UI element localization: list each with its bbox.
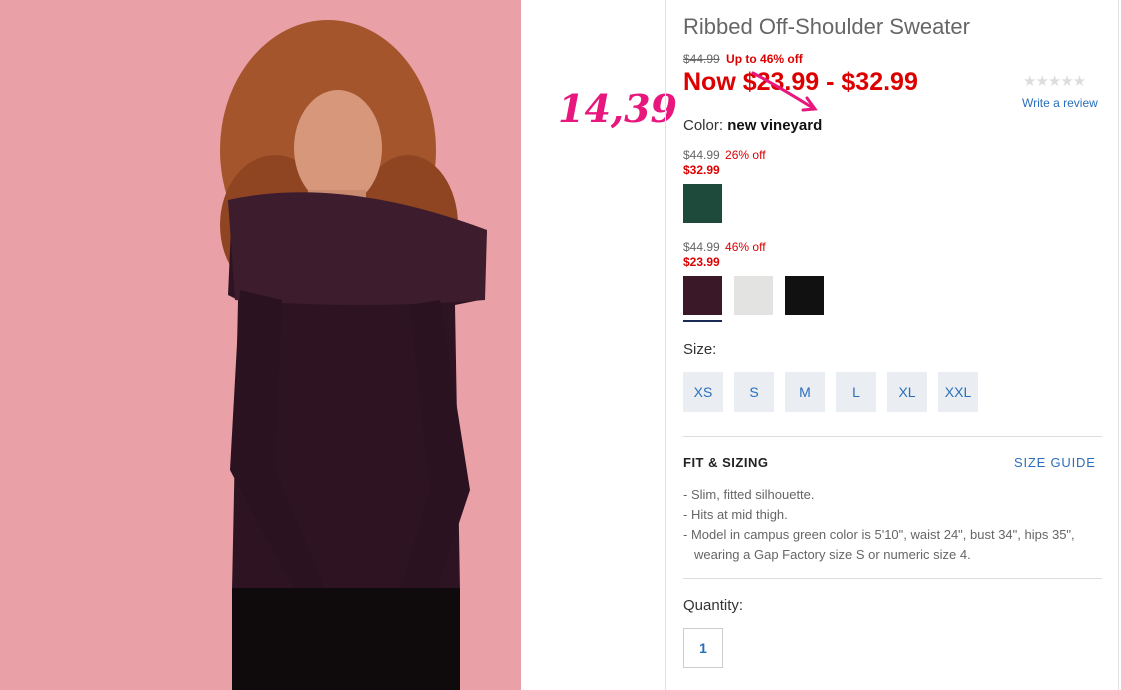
swatch-campus-green[interactable]: [683, 184, 722, 223]
selected-color-name: new vineyard: [727, 117, 823, 134]
size-xs-button[interactable]: XS: [683, 372, 723, 412]
color-label: Color: new vineyard: [683, 117, 822, 134]
fit-details-list: Slim, fitted silhouette. Hits at mid thi…: [683, 485, 1093, 565]
size-guide-link[interactable]: SIZE GUIDE: [1014, 455, 1096, 470]
group-discount: 46% off: [725, 240, 766, 254]
strike-arrow-annotation: [751, 71, 818, 112]
list-item: Model in campus green color is 5'10", wa…: [683, 525, 1093, 565]
original-price: $44.99: [683, 52, 720, 66]
discount-label: Up to 46% off: [726, 52, 803, 66]
list-item: Slim, fitted silhouette.: [683, 485, 1093, 505]
divider: [683, 436, 1102, 437]
quantity-input[interactable]: 1: [683, 628, 723, 668]
fit-sizing-heading: FIT & SIZING: [683, 455, 769, 470]
list-item: Hits at mid thigh.: [683, 505, 1093, 525]
selected-swatch-indicator: [683, 320, 722, 322]
size-xxl-button[interactable]: XXL: [938, 372, 978, 412]
write-review-link[interactable]: Write a review: [1022, 96, 1098, 110]
group-sale-price: $32.99: [683, 163, 720, 177]
color-group-price: $44.99 26% off $32.99: [683, 148, 766, 178]
swatch-new-vineyard[interactable]: [683, 276, 722, 315]
product-title: Ribbed Off-Shoulder Sweater: [683, 14, 970, 39]
group-discount: 26% off: [725, 148, 766, 162]
handwritten-price-note: 14,39: [558, 86, 677, 131]
group-sale-price: $23.99: [683, 255, 720, 269]
rating-stars-icon[interactable]: ★★★★★: [1023, 72, 1086, 90]
product-image[interactable]: [0, 0, 521, 690]
color-label-text: Color:: [683, 117, 724, 134]
group-original-price: $44.99: [683, 240, 720, 254]
product-details-panel: Ribbed Off-Shoulder Sweater $44.99 Up to…: [665, 0, 1119, 690]
group-original-price: $44.99: [683, 148, 720, 162]
quantity-label: Quantity:: [683, 597, 744, 614]
price-was-line: $44.99 Up to 46% off: [683, 52, 803, 66]
size-label: Size:: [683, 341, 717, 358]
size-s-button[interactable]: S: [734, 372, 774, 412]
size-l-button[interactable]: L: [836, 372, 876, 412]
divider: [683, 578, 1102, 579]
model-photo: [0, 0, 521, 690]
color-group-price: $44.99 46% off $23.99: [683, 240, 766, 270]
swatch-light-grey[interactable]: [734, 276, 773, 315]
size-m-button[interactable]: M: [785, 372, 825, 412]
swatch-black[interactable]: [785, 276, 824, 315]
size-xl-button[interactable]: XL: [887, 372, 927, 412]
